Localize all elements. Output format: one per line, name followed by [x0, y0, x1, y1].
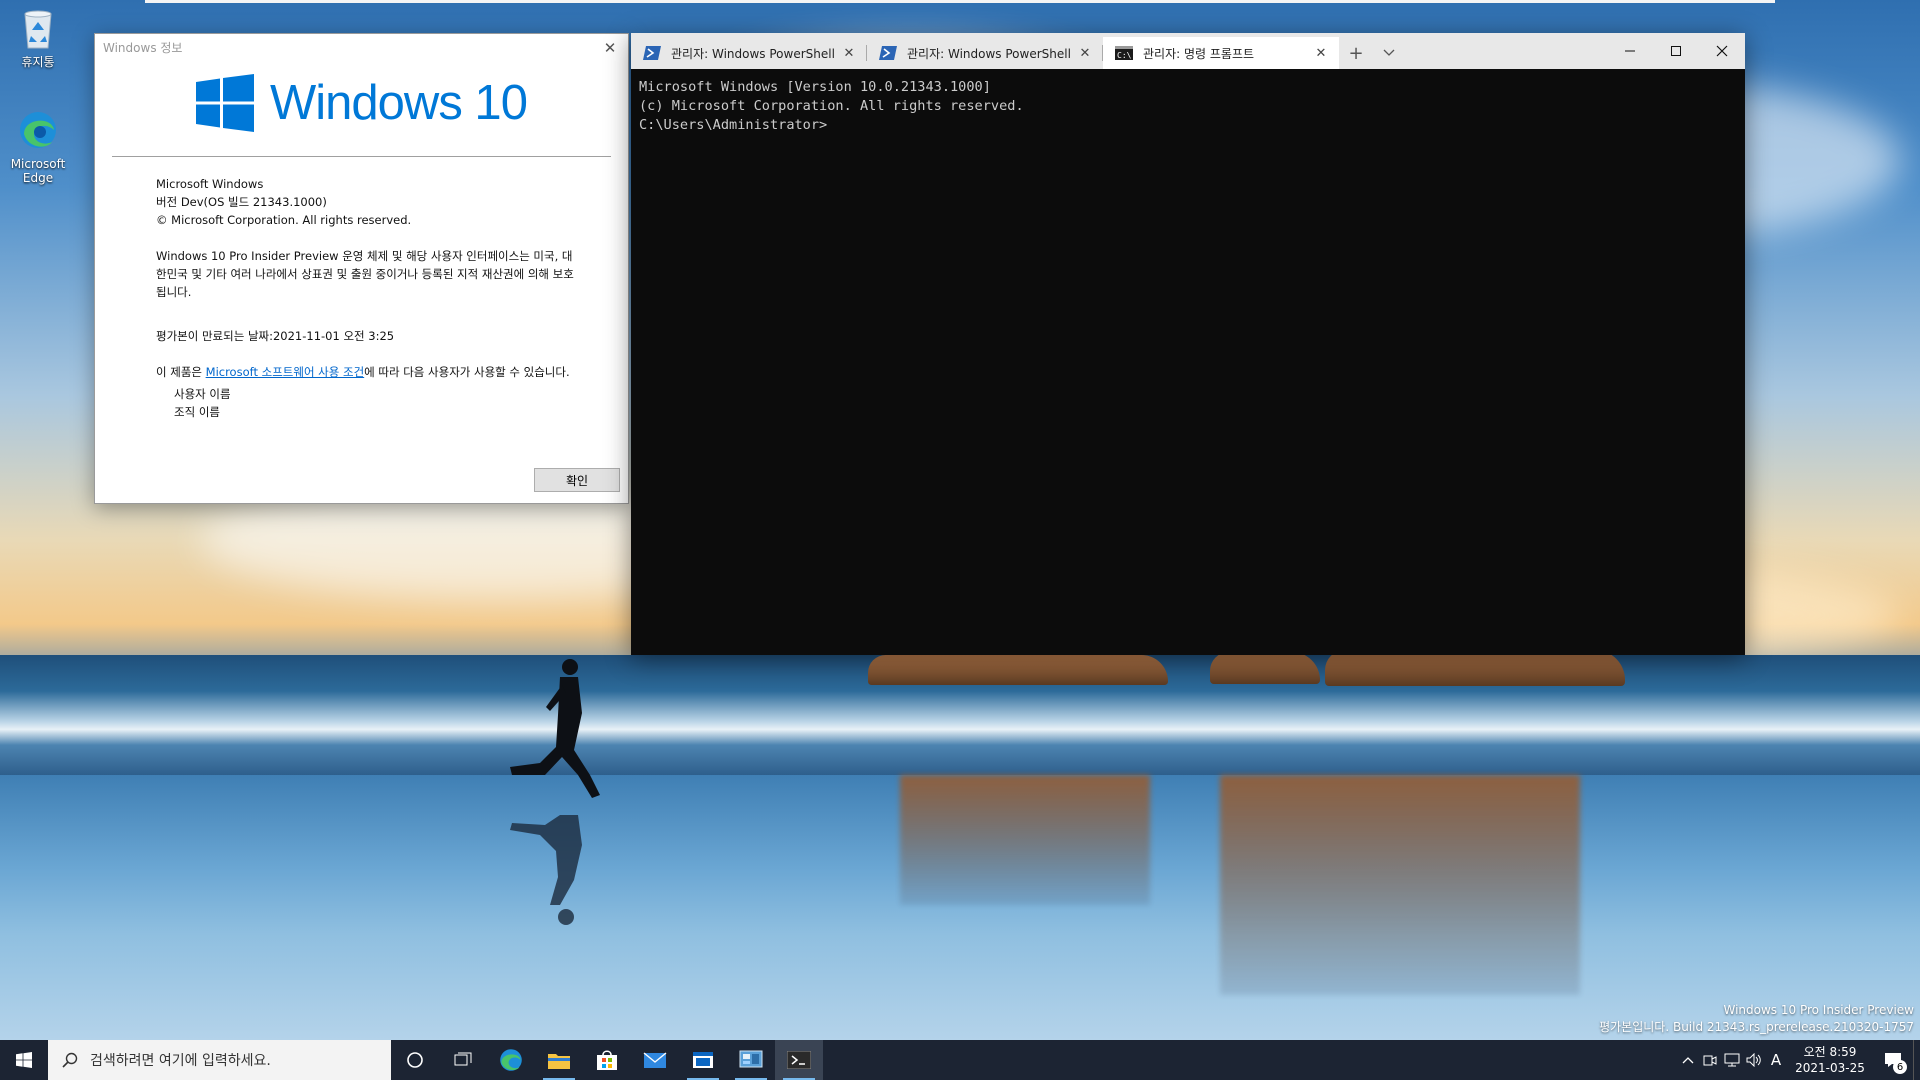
- start-button[interactable]: [0, 1040, 48, 1080]
- rock-reflection: [900, 775, 1150, 905]
- svg-text:C:\: C:\: [1117, 51, 1132, 60]
- dialog-body: Microsoft Windows 버전 Dev(OS 빌드 21343.100…: [95, 157, 576, 421]
- tab-dropdown-chevron-icon[interactable]: [1373, 37, 1405, 69]
- clock-date: 2021-03-25: [1795, 1061, 1865, 1075]
- tab-powershell-2[interactable]: 관리자: Windows PowerShell ✕: [867, 37, 1103, 69]
- windows-logo-row: Windows 10: [95, 61, 628, 145]
- close-icon[interactable]: [1699, 33, 1745, 69]
- system-tray: A 오전 8:59 2021-03-25 6: [1677, 1040, 1920, 1080]
- minimize-icon[interactable]: [1607, 33, 1653, 69]
- taskbar: 검색하려면 여기에 입력하세요. A 오전 8:59 2021-03-25 6: [0, 1040, 1920, 1080]
- build-watermark: Windows 10 Pro Insider Preview 평가본입니다. B…: [1599, 1002, 1914, 1036]
- terminal-tab-bar[interactable]: 관리자: Windows PowerShell ✕ 관리자: Windows P…: [631, 33, 1745, 69]
- taskbar-control-panel[interactable]: [727, 1040, 775, 1080]
- tab-close-icon[interactable]: ✕: [1077, 46, 1093, 61]
- license-text: 이 제품은 Microsoft 소프트웨어 사용 조건에 따라 다음 사용자가 …: [156, 363, 576, 381]
- top-edge-strip: [145, 0, 1775, 3]
- tab-close-icon[interactable]: ✕: [1313, 46, 1329, 61]
- copyright-text: © Microsoft Corporation. All rights rese…: [156, 213, 412, 227]
- windows-logo-text: Windows 10: [270, 76, 528, 130]
- license-prefix: 이 제품은: [156, 365, 206, 379]
- tab-label: 관리자: Windows PowerShell: [907, 46, 1071, 61]
- ok-button[interactable]: 확인: [534, 468, 620, 492]
- clock-time: 오전 8:59: [1803, 1045, 1857, 1059]
- rock: [868, 655, 1168, 685]
- expiry-text: 평가본이 만료되는 날짜:2021-11-01 오전 3:25: [156, 329, 395, 343]
- tab-label: 관리자: 명령 프롬프트: [1143, 46, 1255, 61]
- rock-reflection: [1220, 775, 1580, 995]
- terminal-line: (c) Microsoft Corporation. All rights re…: [639, 98, 1024, 114]
- product-name: Microsoft Windows: [156, 177, 264, 191]
- window-controls: [1607, 33, 1745, 69]
- runner-silhouette: [510, 659, 600, 925]
- terminal-window: 관리자: Windows PowerShell ✕ 관리자: Windows P…: [631, 33, 1745, 655]
- tab-powershell-1[interactable]: 관리자: Windows PowerShell ✕: [631, 37, 867, 69]
- edge-icon: [20, 112, 56, 148]
- terminal-output[interactable]: Microsoft Windows [Version 10.0.21343.10…: [631, 69, 1745, 144]
- search-placeholder: 검색하려면 여기에 입력하세요.: [90, 1053, 271, 1069]
- cmd-icon: C:\: [1115, 46, 1133, 60]
- volume-icon[interactable]: [1743, 1040, 1765, 1080]
- dialog-close-button[interactable]: ✕: [592, 34, 628, 61]
- taskbar-windows-terminal[interactable]: [775, 1040, 823, 1080]
- terminal-icon: [787, 1051, 811, 1069]
- taskbar-file-explorer[interactable]: [535, 1040, 583, 1080]
- maximize-icon[interactable]: [1653, 33, 1699, 69]
- control-panel-icon: [739, 1050, 763, 1068]
- dialog-titlebar[interactable]: Windows 정보 ✕: [95, 34, 628, 61]
- tab-close-icon[interactable]: ✕: [841, 46, 857, 61]
- search-icon: [62, 1052, 78, 1068]
- search-input[interactable]: 검색하려면 여기에 입력하세요.: [48, 1040, 391, 1080]
- clock[interactable]: 오전 8:59 2021-03-25: [1787, 1044, 1873, 1076]
- watermark-line-2: 평가본입니다. Build 21343.rs_prerelease.210320…: [1599, 1020, 1914, 1034]
- recycle-bin-icon: [24, 10, 52, 49]
- store-icon: [597, 1050, 617, 1070]
- file-explorer-icon: [548, 1054, 570, 1069]
- dialog-title: Windows 정보: [103, 41, 183, 55]
- version-text: 버전 Dev(OS 빌드 21343.1000): [156, 195, 327, 209]
- desktop-icon-label: Microsoft Edge: [10, 157, 66, 185]
- edge-icon: [500, 1049, 522, 1071]
- watermark-line-1: Windows 10 Pro Insider Preview: [1723, 1003, 1914, 1017]
- powershell-icon: [643, 46, 661, 60]
- network-icon[interactable]: [1721, 1040, 1743, 1080]
- windows-logo-icon: [196, 74, 255, 132]
- license-suffix: 에 따라 다음 사용자가 사용할 수 있습니다.: [364, 365, 570, 379]
- task-view-icon: [454, 1052, 472, 1066]
- task-view-button[interactable]: [439, 1040, 487, 1080]
- action-center-button[interactable]: 6: [1873, 1040, 1913, 1080]
- ime-indicator[interactable]: A: [1765, 1040, 1787, 1080]
- notification-count-badge: 6: [1893, 1060, 1907, 1074]
- cortana-icon: [407, 1052, 423, 1068]
- desktop-icon-recycle-bin[interactable]: 휴지통: [0, 6, 76, 69]
- registered-user-name: 사용자 이름: [174, 387, 231, 401]
- rock: [1210, 652, 1320, 684]
- terminal-line: Microsoft Windows [Version 10.0.21343.10…: [639, 79, 991, 95]
- show-desktop-button[interactable]: [1913, 1040, 1920, 1080]
- registered-org-name: 조직 이름: [174, 405, 220, 419]
- legal-text: Windows 10 Pro Insider Preview 운영 체제 및 해…: [156, 249, 574, 299]
- taskbar-edge[interactable]: [487, 1040, 535, 1080]
- windows-start-icon: [16, 1052, 32, 1068]
- mail-icon: [643, 1052, 667, 1068]
- app-window-icon: [693, 1052, 713, 1068]
- new-tab-plus-icon[interactable]: +: [1339, 37, 1373, 69]
- tab-label: 관리자: Windows PowerShell: [671, 46, 835, 61]
- taskbar-store[interactable]: [583, 1040, 631, 1080]
- license-terms-link[interactable]: Microsoft 소프트웨어 사용 조건: [206, 365, 365, 379]
- taskbar-app-window[interactable]: [679, 1040, 727, 1080]
- about-windows-dialog: Windows 정보 ✕ Windows 10 Microsoft Window…: [94, 33, 629, 504]
- tray-overflow-chevron-up-icon[interactable]: [1677, 1040, 1699, 1080]
- cortana-button[interactable]: [391, 1040, 439, 1080]
- desktop-icon-label: 휴지통: [21, 55, 55, 69]
- desktop-icon-edge[interactable]: Microsoft Edge: [0, 108, 76, 185]
- meet-now-icon[interactable]: [1699, 1040, 1721, 1080]
- tab-command-prompt[interactable]: C:\ 관리자: 명령 프롬프트 ✕: [1103, 37, 1339, 69]
- taskbar-mail[interactable]: [631, 1040, 679, 1080]
- terminal-prompt: C:\Users\Administrator>: [639, 117, 828, 133]
- powershell-icon: [879, 46, 897, 60]
- rock: [1325, 650, 1625, 686]
